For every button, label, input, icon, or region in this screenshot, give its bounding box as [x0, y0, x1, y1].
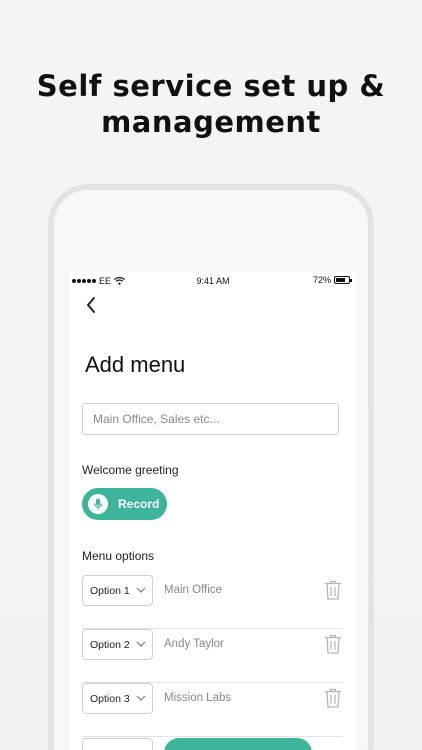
menu-option-row-2: Option 2 Andy Taylor — [82, 629, 342, 683]
headline: Self service set up & management — [0, 68, 422, 140]
add-option-button-partial[interactable] — [164, 738, 312, 750]
menu-name-input[interactable] — [82, 403, 339, 435]
menu-option-row-3: Option 3 Mission Labs — [82, 683, 342, 737]
headline-line-1: Self service set up & — [36, 69, 386, 103]
trash-icon[interactable] — [324, 688, 342, 708]
chevron-down-icon — [136, 587, 146, 593]
menu-option-row-1: Option 1 Main Office — [82, 575, 342, 629]
option-select-2[interactable]: Option 2 — [82, 629, 153, 660]
welcome-greeting-label: Welcome greeting — [82, 463, 179, 477]
headline-line-2: management — [101, 105, 321, 139]
page-title: Add menu — [85, 352, 186, 377]
option-select-1[interactable]: Option 1 — [82, 575, 153, 606]
record-label: Record — [118, 497, 160, 511]
option-select-value: Option 1 — [90, 584, 130, 597]
chevron-left-icon[interactable] — [82, 294, 102, 316]
microphone-icon — [88, 494, 108, 514]
trash-icon[interactable] — [324, 634, 342, 654]
menu-options-label: Menu options — [82, 549, 155, 563]
option-name: Andy Taylor — [164, 638, 224, 650]
chevron-down-icon — [136, 641, 146, 647]
chevron-down-icon — [136, 695, 146, 701]
battery-icon — [334, 276, 352, 284]
option-select-partial[interactable] — [82, 738, 153, 750]
status-right: 72% — [312, 275, 352, 285]
status-bar: EE 9:41 AM 72% — [70, 272, 356, 290]
record-button[interactable]: Record — [82, 488, 167, 520]
option-select-value: Option 2 — [90, 638, 130, 651]
phone-screen: EE 9:41 AM 72% Add menu Welcome greeting… — [70, 272, 356, 750]
option-select-value: Option 3 — [90, 692, 130, 705]
option-name: Main Office — [164, 584, 222, 596]
battery-percent: 72% — [312, 275, 331, 285]
option-select-3[interactable]: Option 3 — [82, 683, 153, 714]
trash-icon[interactable] — [324, 580, 342, 600]
option-name: Mission Labs — [164, 692, 232, 704]
